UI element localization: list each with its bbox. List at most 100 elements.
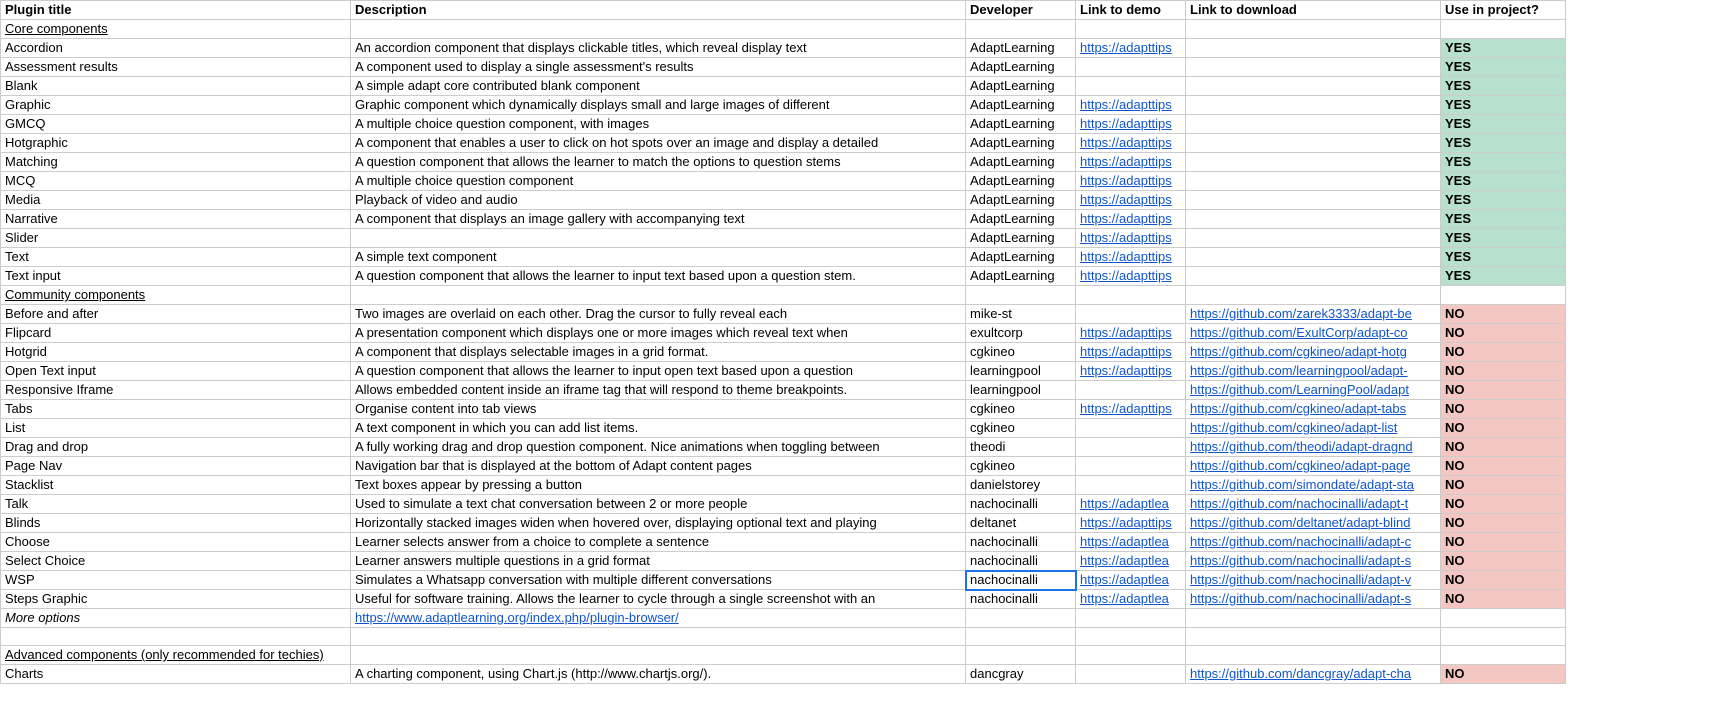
cell-description[interactable]: Organise content into tab views xyxy=(351,400,966,419)
cell-demo[interactable] xyxy=(1076,381,1186,400)
cell[interactable] xyxy=(1076,646,1186,665)
cell-description[interactable]: A question component that allows the lea… xyxy=(351,362,966,381)
cell-use[interactable]: YES xyxy=(1441,248,1566,267)
cell-demo[interactable]: https://adapttips xyxy=(1076,324,1186,343)
cell-developer[interactable]: AdaptLearning xyxy=(966,153,1076,172)
link[interactable]: https://adapttips xyxy=(1080,249,1172,264)
link[interactable]: https://www.adaptlearning.org/index.php/… xyxy=(355,610,679,625)
link[interactable]: https://github.com/nachocinalli/adapt-s xyxy=(1190,591,1411,606)
cell[interactable] xyxy=(966,20,1076,39)
link[interactable]: https://adapttips xyxy=(1080,401,1172,416)
cell[interactable] xyxy=(1076,609,1186,628)
cell-use[interactable]: NO xyxy=(1441,514,1566,533)
cell-description[interactable]: Navigation bar that is displayed at the … xyxy=(351,457,966,476)
cell[interactable] xyxy=(1186,20,1441,39)
cell-description[interactable]: A component used to display a single ass… xyxy=(351,58,966,77)
cell-demo[interactable]: https://adapttips xyxy=(1076,400,1186,419)
cell-download[interactable] xyxy=(1186,115,1441,134)
cell-demo[interactable]: https://adaptlea xyxy=(1076,533,1186,552)
cell[interactable] xyxy=(351,628,966,646)
cell-download[interactable] xyxy=(1186,134,1441,153)
cell-developer[interactable]: AdaptLearning xyxy=(966,248,1076,267)
cell-demo[interactable]: https://adapttips xyxy=(1076,39,1186,58)
cell-download[interactable] xyxy=(1186,96,1441,115)
cell-demo[interactable]: https://adaptlea xyxy=(1076,590,1186,609)
cell-description[interactable]: A question component that allows the lea… xyxy=(351,153,966,172)
cell-description[interactable]: Text boxes appear by pressing a button xyxy=(351,476,966,495)
cell-developer[interactable]: cgkineo xyxy=(966,419,1076,438)
cell-demo[interactable]: https://adapttips xyxy=(1076,267,1186,286)
link[interactable]: https://github.com/nachocinalli/adapt-s xyxy=(1190,553,1411,568)
link[interactable]: https://adapttips xyxy=(1080,211,1172,226)
cell-use[interactable]: NO xyxy=(1441,438,1566,457)
header-use[interactable]: Use in project? xyxy=(1441,1,1566,20)
cell-title[interactable]: Flipcard xyxy=(1,324,351,343)
link[interactable]: https://adapttips xyxy=(1080,192,1172,207)
cell-developer[interactable]: AdaptLearning xyxy=(966,191,1076,210)
cell-description[interactable] xyxy=(351,229,966,248)
section-heading[interactable]: Core components xyxy=(1,20,351,39)
cell-title[interactable]: Stacklist xyxy=(1,476,351,495)
cell-download[interactable]: https://github.com/LearningPool/adapt xyxy=(1186,381,1441,400)
header-title[interactable]: Plugin title xyxy=(1,1,351,20)
cell-developer[interactable]: AdaptLearning xyxy=(966,210,1076,229)
cell-use[interactable]: YES xyxy=(1441,210,1566,229)
cell-developer[interactable]: learningpool xyxy=(966,381,1076,400)
link[interactable]: https://github.com/cgkineo/adapt-page xyxy=(1190,458,1410,473)
cell-developer[interactable]: deltanet xyxy=(966,514,1076,533)
cell-title[interactable]: Text xyxy=(1,248,351,267)
link[interactable]: https://github.com/cgkineo/adapt-hotg xyxy=(1190,344,1407,359)
cell-title[interactable]: Assessment results xyxy=(1,58,351,77)
cell-download[interactable]: https://github.com/zarek3333/adapt-be xyxy=(1186,305,1441,324)
cell-use[interactable]: YES xyxy=(1441,115,1566,134)
cell[interactable] xyxy=(966,609,1076,628)
cell-demo[interactable]: https://adapttips xyxy=(1076,134,1186,153)
cell-developer[interactable]: cgkineo xyxy=(966,343,1076,362)
cell[interactable] xyxy=(351,286,966,305)
link[interactable]: https://adaptlea xyxy=(1080,496,1169,511)
cell-description[interactable]: A presentation component which displays … xyxy=(351,324,966,343)
cell-developer[interactable]: dancgray xyxy=(966,665,1076,684)
cell-demo[interactable]: https://adapttips xyxy=(1076,514,1186,533)
cell-demo[interactable]: https://adapttips xyxy=(1076,210,1186,229)
cell-download[interactable] xyxy=(1186,210,1441,229)
cell-developer[interactable]: theodi xyxy=(966,438,1076,457)
cell-description[interactable]: Useful for software training. Allows the… xyxy=(351,590,966,609)
cell-title[interactable]: WSP xyxy=(1,571,351,590)
cell-download[interactable]: https://github.com/nachocinalli/adapt-t xyxy=(1186,495,1441,514)
cell-description[interactable]: Used to simulate a text chat conversatio… xyxy=(351,495,966,514)
cell-demo[interactable]: https://adapttips xyxy=(1076,153,1186,172)
cell-use[interactable]: NO xyxy=(1441,362,1566,381)
link[interactable]: https://adaptlea xyxy=(1080,591,1169,606)
header-download[interactable]: Link to download xyxy=(1186,1,1441,20)
cell-use[interactable]: YES xyxy=(1441,229,1566,248)
header-developer[interactable]: Developer xyxy=(966,1,1076,20)
cell-demo[interactable]: https://adaptlea xyxy=(1076,571,1186,590)
link[interactable]: https://github.com/dancgray/adapt-cha xyxy=(1190,666,1411,681)
cell-description[interactable]: A fully working drag and drop question c… xyxy=(351,438,966,457)
cell-developer[interactable]: AdaptLearning xyxy=(966,77,1076,96)
cell-developer[interactable]: danielstorey xyxy=(966,476,1076,495)
cell-title[interactable]: Page Nav xyxy=(1,457,351,476)
cell-demo[interactable]: https://adapttips xyxy=(1076,229,1186,248)
link[interactable]: https://github.com/theodi/adapt-dragnd xyxy=(1190,439,1413,454)
cell[interactable] xyxy=(966,628,1076,646)
cell-description[interactable]: Allows embedded content inside an iframe… xyxy=(351,381,966,400)
cell-title[interactable]: Charts xyxy=(1,665,351,684)
link[interactable]: https://github.com/zarek3333/adapt-be xyxy=(1190,306,1412,321)
cell-download[interactable]: https://github.com/theodi/adapt-dragnd xyxy=(1186,438,1441,457)
cell-description[interactable]: Horizontally stacked images widen when h… xyxy=(351,514,966,533)
cell-download[interactable]: https://github.com/nachocinalli/adapt-s xyxy=(1186,552,1441,571)
cell-title[interactable]: Select Choice xyxy=(1,552,351,571)
cell-demo[interactable] xyxy=(1076,77,1186,96)
cell-description[interactable]: A text component in which you can add li… xyxy=(351,419,966,438)
cell-use[interactable]: YES xyxy=(1441,58,1566,77)
link[interactable]: https://adapttips xyxy=(1080,97,1172,112)
cell-demo[interactable] xyxy=(1076,305,1186,324)
cell-title[interactable]: Open Text input xyxy=(1,362,351,381)
link[interactable]: https://adapttips xyxy=(1080,344,1172,359)
cell-download[interactable]: https://github.com/cgkineo/adapt-list xyxy=(1186,419,1441,438)
cell-download[interactable] xyxy=(1186,58,1441,77)
cell[interactable] xyxy=(1441,628,1566,646)
link[interactable]: https://adaptlea xyxy=(1080,553,1169,568)
